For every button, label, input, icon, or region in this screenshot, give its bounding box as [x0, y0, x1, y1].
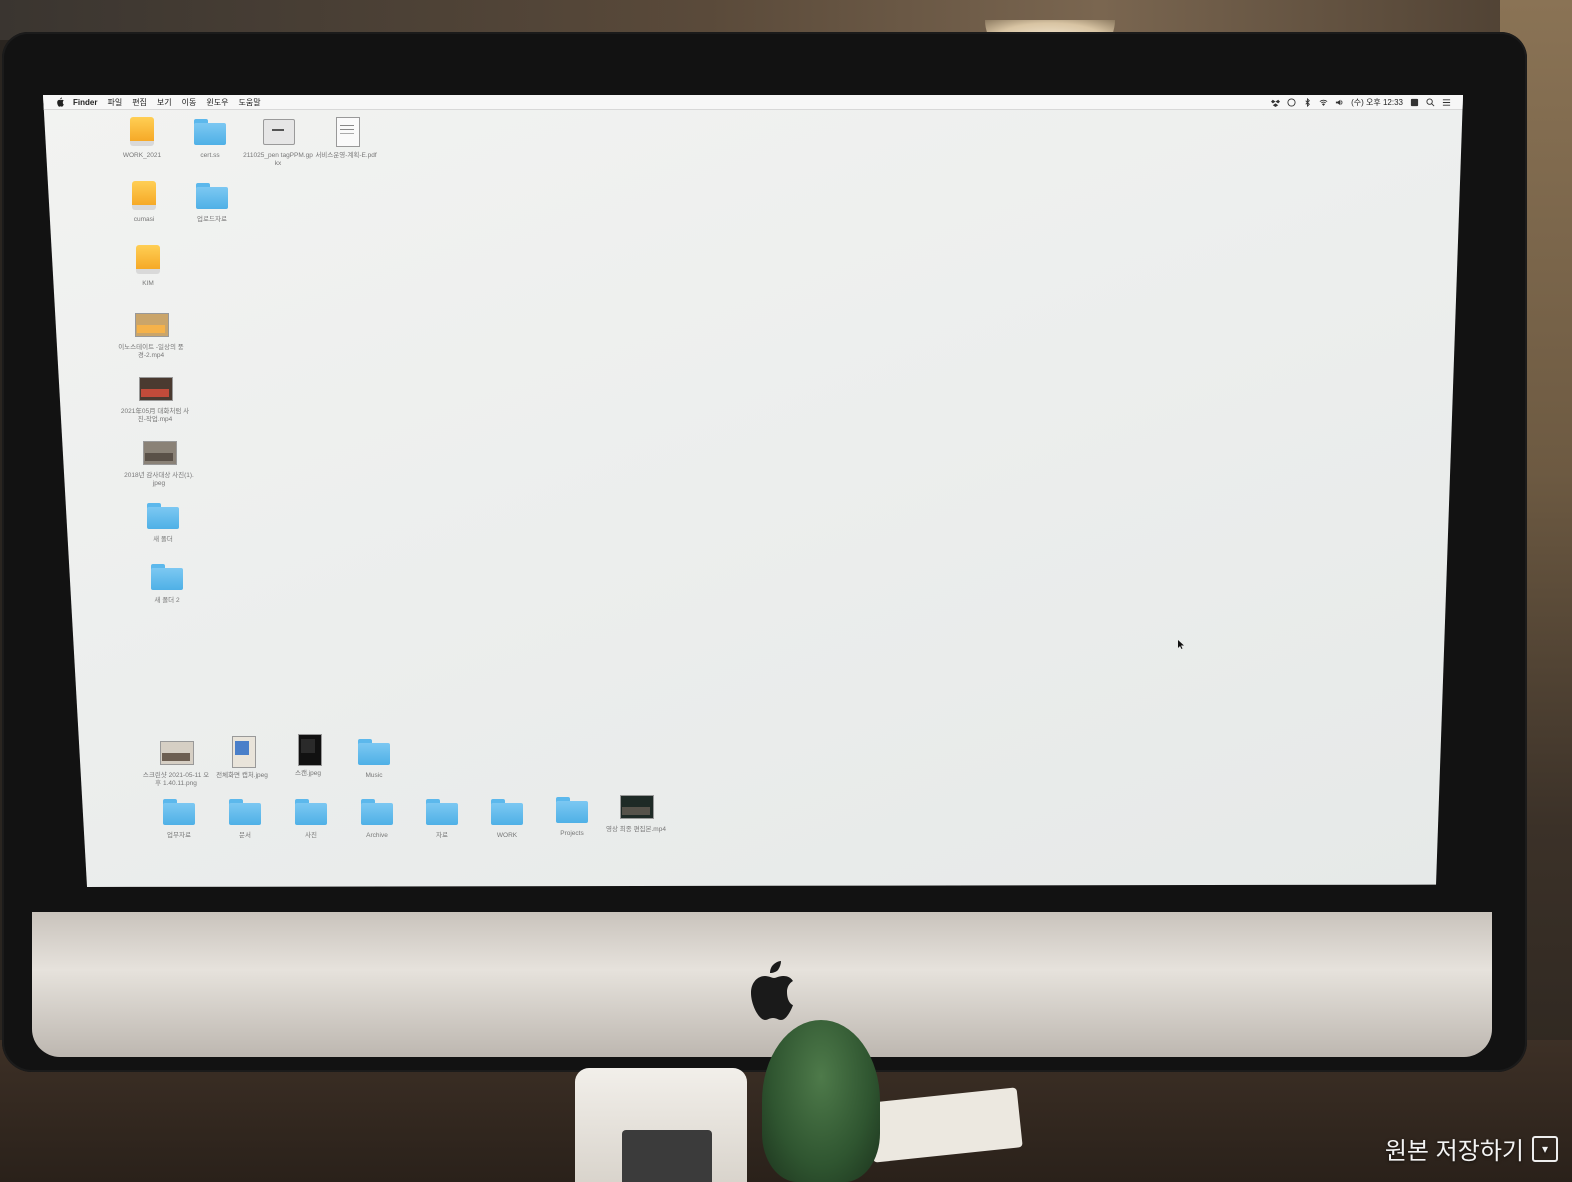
icon-label: cert.ss [200, 152, 220, 159]
icon-label: 전체화면 캡처.jpeg [216, 772, 268, 779]
user-switch-icon[interactable] [1410, 98, 1419, 107]
drive-icon-3[interactable]: KIM [113, 243, 183, 288]
folder-icon-c1[interactable]: 업무자료 [144, 795, 214, 840]
icon-label: 자료 [436, 832, 448, 839]
desk-clock-display [622, 1130, 712, 1182]
image-thumbnail-icon [224, 735, 260, 769]
image-thumbnail-icon [141, 435, 177, 469]
document-icon [260, 115, 296, 149]
save-original-button[interactable]: 원본 저장하기 ▾ [1385, 1131, 1558, 1166]
menu-window[interactable]: 윈도우 [206, 97, 228, 108]
folder-icon [356, 735, 392, 769]
video-thumbnail-icon [133, 307, 169, 341]
folder-icon-row2[interactable]: 업로드자료 [177, 179, 247, 224]
folder-icon [192, 115, 228, 149]
dropdown-arrow-icon[interactable]: ▾ [1532, 1135, 1558, 1162]
folder-icon [489, 795, 525, 829]
icon-label: 이노스테이트 -일상의 풍경-2.mp4 [118, 344, 184, 359]
icon-label: 영상 최종 편집본.mp4 [606, 826, 666, 833]
icon-label: Archive [366, 832, 388, 839]
folder-icon [194, 179, 230, 213]
apple-menu-icon[interactable] [55, 97, 65, 107]
folder-icon [149, 560, 185, 594]
icon-label: 문서 [239, 832, 251, 839]
icon-label: Projects [560, 830, 584, 837]
pdf-icon-file[interactable]: 서비스운영-계획-E.pdf [311, 115, 381, 160]
notification-center-icon[interactable] [1442, 98, 1451, 107]
save-original-label: 원본 저장하기 [1384, 1138, 1524, 1165]
menu-clock[interactable]: (수) 오후 12:33 [1351, 97, 1403, 108]
screenshot-icon[interactable]: 스크린샷 2021-05-11 오후 1.40.11.png [141, 735, 211, 788]
menu-view[interactable]: 보기 [157, 97, 172, 108]
folder-icon-b4[interactable]: Music [339, 735, 409, 780]
image-icon-1[interactable]: 2018년 감사대상 사진(1).jpeg [124, 435, 194, 488]
folder-icon-left2[interactable]: 새 폴더 2 [132, 560, 202, 605]
image-thumbnail-icon [290, 733, 326, 767]
icon-label: 사진 [305, 832, 317, 839]
icon-label: KIM [142, 280, 154, 287]
menu-file[interactable]: 파일 [107, 97, 122, 108]
icon-label: 211025_pen tagPPM.gpkx [243, 152, 313, 167]
folder-icon [424, 795, 460, 829]
icon-label: 업무자료 [167, 832, 191, 839]
folder-icon-c3[interactable]: 사진 [276, 795, 346, 840]
video-icon-c8[interactable]: 영상 최종 편집본.mp4 [601, 789, 671, 834]
icon-label: 새 폴더 2 [154, 597, 180, 604]
folder-icon [359, 795, 395, 829]
drive-icon-work2021[interactable]: WORK_2021 [107, 115, 177, 160]
menu-go[interactable]: 이동 [182, 97, 197, 108]
icon-label: 2018년 감사대상 사진(1).jpeg [124, 472, 194, 487]
document-icon-gpx[interactable]: 211025_pen tagPPM.gpkx [243, 115, 313, 168]
icon-label: 스크린샷 2021-05-11 오후 1.40.11.png [142, 772, 210, 787]
icon-label: cumasi [133, 216, 155, 223]
icon-label: Music [365, 772, 383, 779]
external-drive-icon [130, 243, 166, 277]
pdf-document-icon [328, 115, 364, 149]
folder-icon-c2[interactable]: 문서 [210, 795, 280, 840]
video-thumbnail-icon [137, 371, 173, 405]
icon-label: 서비스운영-계획-E.pdf [315, 152, 377, 159]
volume-icon[interactable] [1335, 98, 1344, 107]
dropbox-icon[interactable] [1271, 98, 1281, 107]
folder-icon-c4[interactable]: Archive [342, 795, 412, 840]
external-drive-icon [124, 115, 160, 149]
icon-label: WORK [496, 832, 518, 839]
folder-icon-left1[interactable]: 새 폴더 [128, 499, 198, 544]
scan-icon[interactable]: 스캔.jpeg [273, 733, 343, 778]
capture-icon[interactable]: 전체화면 캡처.jpeg [207, 735, 277, 780]
spotlight-search-icon[interactable] [1426, 97, 1435, 107]
video-icon-1[interactable]: 이노스테이트 -일상의 풍경-2.mp4 [116, 307, 186, 360]
folder-icon [554, 793, 590, 827]
video-icon-2[interactable]: 2021年05月 대화처럼 사진-작업.mp4 [120, 371, 190, 424]
status-area: (수) 오후 12:33 [1271, 97, 1451, 108]
wifi-icon[interactable] [1319, 98, 1328, 107]
folder-icon [145, 499, 181, 533]
video-thumbnail-icon [618, 789, 654, 823]
desktop-screen: Finder 파일 편집 보기 이동 윈도우 도움말 (수) 오후 12:33 … [43, 95, 1463, 887]
green-figurine [762, 1020, 880, 1182]
icon-label: 업로드자료 [197, 216, 227, 223]
bluetooth-icon[interactable] [1303, 97, 1312, 107]
vpn-icon[interactable] [1287, 97, 1296, 107]
menu-bar: Finder 파일 편집 보기 이동 윈도우 도움말 (수) 오후 12:33 [43, 95, 1463, 110]
folder-icon-top[interactable]: cert.ss [175, 115, 245, 160]
mouse-pointer-icon [1178, 640, 1184, 649]
folder-icon [161, 795, 197, 829]
icon-label: WORK_2021 [122, 152, 162, 159]
menu-app-name[interactable]: Finder [73, 98, 97, 107]
folder-icon-c7[interactable]: Projects [537, 793, 607, 838]
apple-logo-icon [751, 961, 793, 1020]
menu-help[interactable]: 도움말 [238, 97, 260, 108]
folder-icon [293, 795, 329, 829]
drive-icon-2[interactable]: cumasi [109, 179, 179, 224]
external-drive-icon [126, 179, 162, 213]
folder-icon-c5[interactable]: 자료 [407, 795, 477, 840]
menu-edit[interactable]: 편집 [132, 97, 147, 108]
icon-label: 2021年05月 대화처럼 사진-작업.mp4 [120, 408, 190, 423]
icon-label: 스캔.jpeg [294, 770, 322, 777]
icon-label: 새 폴더 [153, 536, 173, 543]
folder-icon [227, 795, 263, 829]
image-thumbnail-icon [158, 735, 194, 769]
folder-icon-c6[interactable]: WORK [472, 795, 542, 840]
